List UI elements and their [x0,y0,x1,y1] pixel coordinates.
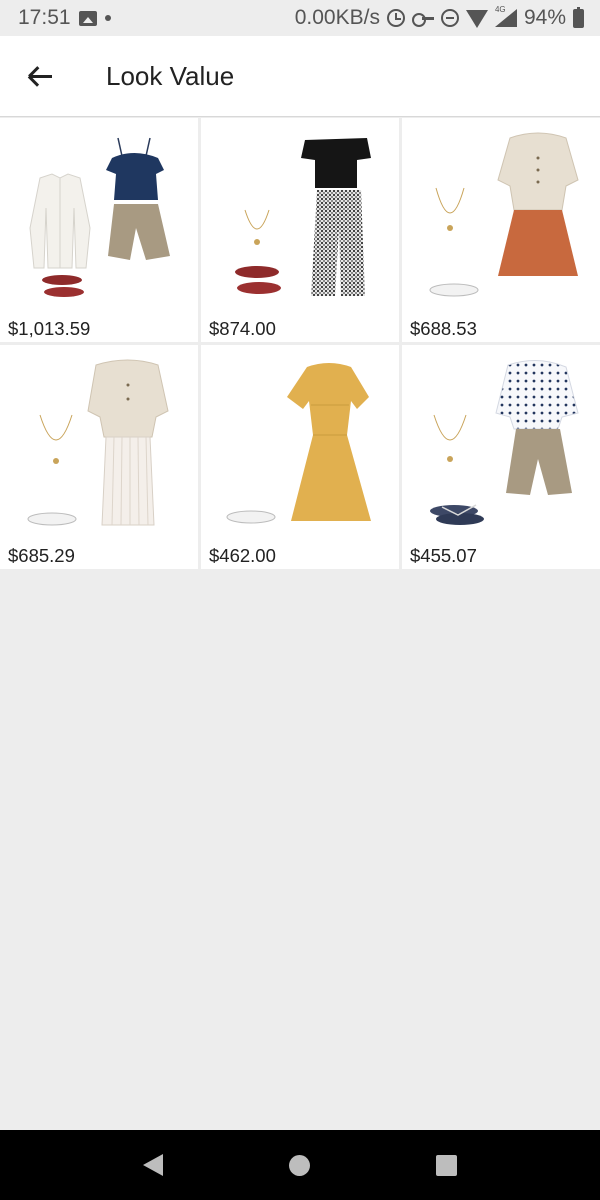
look-card[interactable]: $688.53 [402,118,600,342]
red-flats [235,266,281,294]
look-price: $455.07 [410,545,477,566]
vpn-key-icon [411,12,434,27]
nav-recents-icon [436,1154,458,1176]
look-card[interactable]: $462.00 [201,345,399,569]
look-image [226,363,371,524]
look-card[interactable]: $874.00 [201,118,399,342]
rust-skirt [498,210,578,276]
khaki-shorts [108,204,170,260]
khaki-shorts [506,429,572,495]
status-time: 17:51 [18,6,71,29]
nav-back-button[interactable] [123,1135,183,1195]
page-title: Look Value [106,60,235,91]
look-card[interactable]: $455.07 [402,345,600,569]
linen-top [87,359,169,438]
polka-dot-blouse [495,360,579,430]
white-shirt [29,173,91,269]
white-flats [27,512,77,526]
back-button[interactable] [0,36,80,116]
status-right: 0.00KB/s 4G 94% [295,6,584,30]
look-price: $462.00 [209,545,276,566]
white-flats [226,510,276,524]
look-image [430,360,579,525]
battery-percent: 94% [523,6,566,29]
look-image [235,138,371,296]
linen-top [497,132,579,211]
image-icon [78,10,97,26]
look-grid: $1,013.59 $874.00 $688.53 $685.29 $462.0… [0,118,600,569]
navigation-bar [0,1130,600,1200]
nav-home-button[interactable] [270,1135,330,1195]
battery-charging-icon [573,6,584,28]
look-price: $1,013.59 [8,318,91,339]
nav-home-icon [289,1154,311,1176]
look-image [29,137,170,297]
white-flats [429,283,479,297]
mustard-dress [287,363,371,521]
alarm-icon [386,9,405,27]
look-price: $874.00 [209,318,276,339]
do-not-disturb-icon [440,9,459,27]
app-bar: Look Value [0,36,600,117]
necklace [433,414,467,462]
look-card[interactable]: $685.29 [0,345,198,569]
nav-recents-button[interactable] [417,1135,477,1195]
necklace [435,187,465,231]
look-price: $685.29 [8,545,75,566]
status-bar: 17:51 0.00KB/s 4G 94% [0,0,600,36]
white-pleated-skirt [101,436,155,526]
look-card[interactable]: $1,013.59 [0,118,198,342]
network-speed: 0.00KB/s [294,6,380,29]
look-image [429,132,579,297]
signal-icon: 4G [494,5,517,27]
look-image [27,359,169,526]
dot-icon [104,15,111,21]
red-flats [42,275,84,297]
necklace [244,209,270,245]
nav-back-icon [143,1154,164,1176]
network-badge: 4G [494,5,506,14]
navy-top [106,137,164,200]
status-left: 17:51 [18,6,111,30]
navy-sandals [430,504,484,525]
necklace [39,414,73,464]
black-top [301,138,371,188]
look-price: $688.53 [410,318,477,339]
gingham-pants [311,190,365,296]
wifi-icon [465,10,488,28]
arrow-left-icon [28,66,52,87]
